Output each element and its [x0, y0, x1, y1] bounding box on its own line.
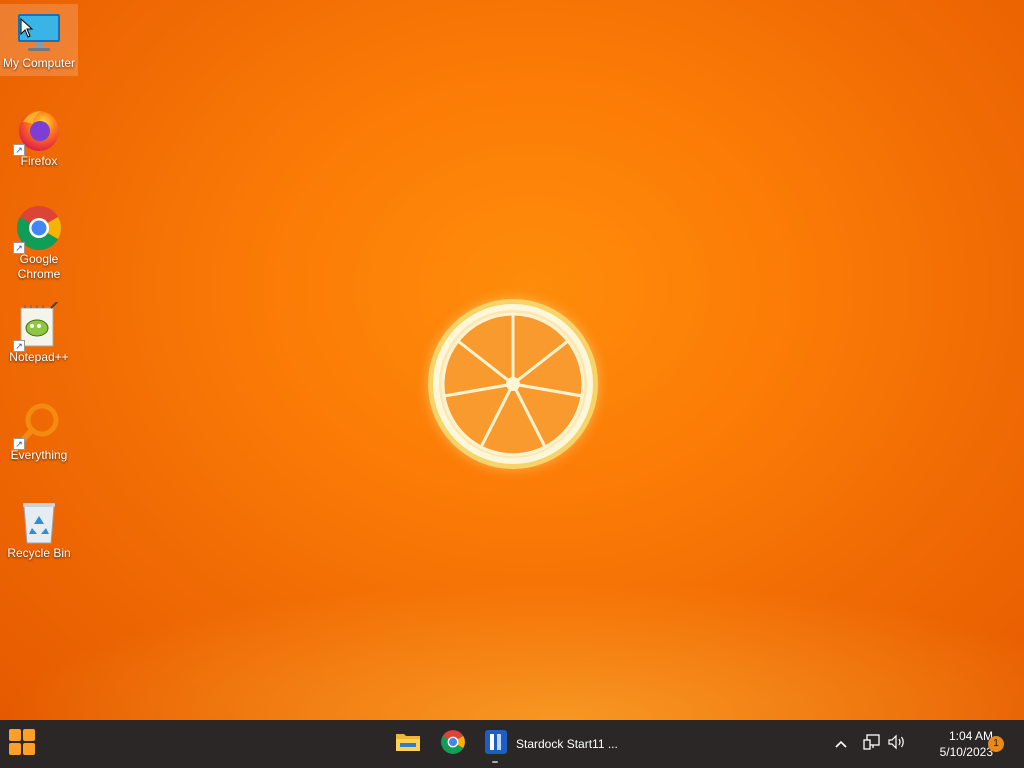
chrome-icon: ↗ — [13, 204, 63, 254]
tray-network-button[interactable] — [861, 720, 883, 768]
taskbar-chrome-button[interactable] — [433, 724, 473, 764]
desktop-icon-recycle-bin[interactable]: Recycle Bin — [0, 494, 78, 566]
mouse-cursor-icon — [20, 17, 34, 43]
notepadpp-icon: ↗ — [13, 299, 63, 352]
tray-volume-button[interactable] — [886, 720, 908, 768]
clock[interactable]: 1:04 AM 5/10/2023 — [915, 728, 993, 760]
desktop-icon-google-chrome[interactable]: ↗ Google Chrome — [0, 200, 78, 288]
desktop-icon-notepad-plus-plus[interactable]: ↗ Notepad++ — [0, 298, 78, 370]
taskbar-app-label: Stardock Start11 ... — [516, 737, 618, 751]
desktop-icon-label: Google Chrome — [17, 252, 61, 281]
shortcut-arrow-icon: ↗ — [13, 242, 25, 254]
desktop-icon-label: My Computer — [2, 56, 76, 70]
desktop-icon-everything[interactable]: ↗ Everything — [0, 396, 78, 468]
desktop-icon-label: Recycle Bin — [7, 546, 71, 560]
shortcut-arrow-icon: ↗ — [13, 340, 25, 352]
notification-badge[interactable]: 1 — [988, 736, 1004, 752]
everything-search-icon: ↗ — [13, 400, 63, 450]
desktop[interactable]: My Computer ↗ Firefox ↗ Google Chrome ↗ … — [0, 0, 1024, 720]
tray-overflow-button[interactable] — [830, 720, 852, 768]
taskbar-stardock-start11-button[interactable]: Stardock Start11 ... — [476, 724, 626, 764]
network-icon — [863, 733, 881, 755]
start-menu-icon — [8, 728, 36, 761]
desktop-icon-label: Everything — [10, 448, 68, 462]
start-button[interactable] — [2, 724, 42, 764]
active-app-indicator — [492, 761, 498, 763]
desktop-icon-label: Firefox — [20, 154, 58, 168]
taskbar-file-explorer-button[interactable] — [388, 724, 428, 764]
stardock-start11-icon — [484, 729, 508, 760]
wallpaper-orange-slice — [427, 298, 599, 470]
chrome-icon — [440, 729, 466, 760]
recycle-bin-icon — [15, 498, 63, 546]
firefox-icon: ↗ — [13, 106, 63, 156]
taskbar: Stardock Start11 ... 1:04 AM 5/10/2023 — [0, 720, 1024, 768]
file-explorer-icon — [395, 731, 421, 758]
desktop-icon-firefox[interactable]: ↗ Firefox — [0, 102, 78, 174]
clock-date: 5/10/2023 — [939, 745, 993, 759]
desktop-icon-my-computer[interactable]: My Computer — [0, 4, 78, 76]
clock-time: 1:04 AM — [948, 729, 993, 743]
volume-icon — [888, 734, 906, 755]
desktop-icon-label: Notepad++ — [9, 350, 69, 364]
chevron-up-icon — [835, 735, 847, 753]
shortcut-arrow-icon: ↗ — [13, 144, 25, 156]
shortcut-arrow-icon: ↗ — [13, 438, 25, 450]
